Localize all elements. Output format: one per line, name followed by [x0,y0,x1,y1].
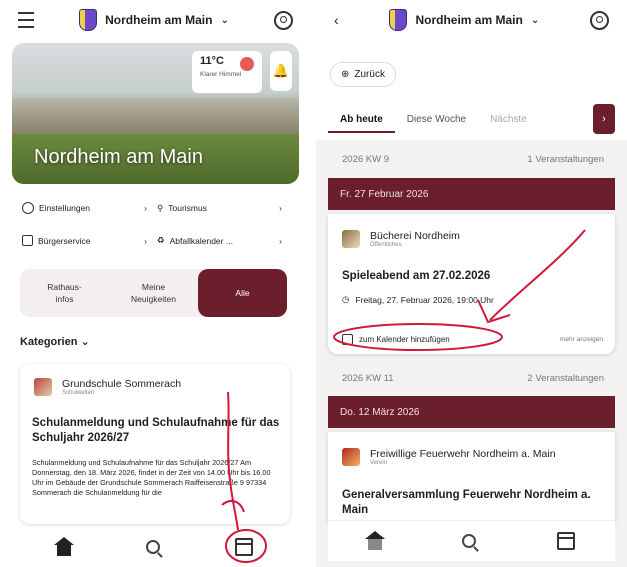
menu-icon[interactable] [18,12,34,28]
calendar-icon[interactable] [234,538,253,556]
categories-label: Kategorien [20,336,78,348]
events-screen: ‹ Nordheim am Main ⌄ ⊕ Zurück Ab heute D… [316,0,627,567]
town-name: Nordheim am Main [105,13,213,27]
tab-this-week[interactable]: Diese Woche [395,114,478,125]
home-icon[interactable] [54,537,75,556]
chevron-down-icon: ⌄ [220,14,229,26]
bottom-nav [328,520,615,561]
event-count: 1 Veranstaltungen [527,154,604,165]
recycle-icon: ♻ [157,235,165,245]
weather-icon [240,57,254,71]
event-org-sub: Verein [370,460,388,466]
chevron-right-icon: › [144,203,147,213]
calendar-icon[interactable] [556,532,575,550]
quick-link-label: Einstellungen [39,203,91,213]
bell-icon[interactable]: 🔔 [270,51,292,91]
week-header: 2026 KW 11 2 Veranstaltungen [342,373,604,384]
add-to-calendar[interactable]: zum Kalender hinzufügen [342,334,450,345]
quick-link-label: Tourismus [168,203,207,213]
quick-link-settings[interactable]: Einstellungen › [22,202,147,214]
back-arrow-icon[interactable]: ‹ [334,12,339,28]
week-label: 2026 KW 11 [342,373,394,384]
tab-next[interactable]: Nächste [478,114,539,125]
top-bar: ‹ Nordheim am Main ⌄ [316,0,627,40]
town-name: Nordheim am Main [415,13,523,27]
top-bar: Nordheim am Main ⌄ [0,0,311,40]
search-icon[interactable] [462,534,477,548]
town-selector[interactable]: Nordheim am Main ⌄ [389,9,539,31]
date-tabs: Ab heute Diese Woche Nächste › [328,100,615,138]
user-icon[interactable] [589,10,609,30]
filter-my-news[interactable]: Meine Neuigkeiten [109,269,198,317]
week-label: 2026 KW 9 [342,154,389,165]
event-count: 2 Veranstaltungen [527,373,604,384]
event-title: Spieleabend am 27.02.2026 [342,270,491,282]
event-title: Generalversammlung Feuerwehr Nordheim a.… [342,489,591,516]
library-logo [342,230,360,248]
news-org-name: Grundschule Sommerach [62,378,182,390]
back-icon: ⊕ [341,69,350,80]
news-card[interactable]: Grundschule Sommerach Schulwelten Schula… [20,364,290,524]
search-icon[interactable] [145,540,160,554]
event-org: Freiwillige Feuerwehr Nordheim a. Main V… [342,448,556,466]
user-icon[interactable] [274,10,293,30]
day-header: Fr. 27 Februar 2026 [328,178,615,210]
chevron-down-icon: ⌄ [80,336,90,348]
news-org: Grundschule Sommerach Schulwelten [34,378,181,396]
bike-icon: ⚲ [157,202,164,213]
quick-links-row-1: Einstellungen › ⚲ Tourismus › [22,202,282,214]
news-title: Schulanmeldung und Schulaufnahme für das… [32,417,280,444]
home-icon[interactable] [365,531,386,550]
back-label: Zurück [354,69,385,80]
event-time-text: Freitag, 27. Februar 2026, 19:00 Uhr [355,294,494,305]
news-org-sub: Schulwelten [62,390,95,396]
home-screen: Nordheim am Main ⌄ 11°C Klarer Himmel 🔔 … [0,0,311,567]
categories-dropdown[interactable]: Kategorien ⌄ [20,335,90,348]
event-org-name: Freiwillige Feuerwehr Nordheim a. Main [370,448,556,460]
chevron-right-icon: › [279,203,282,213]
village-image [12,98,299,138]
event-org: Bücherei Nordheim Öffentliches [342,230,460,248]
weather-widget[interactable]: 11°C Klarer Himmel [192,51,262,93]
quick-links-row-2: Bürgerservice › ♻ Abfallkalender ... › [22,235,282,246]
chevron-right-icon[interactable]: › [593,104,615,134]
chevron-down-icon: ⌄ [530,14,540,26]
add-to-calendar-label: zum Kalender hinzufügen [359,335,450,344]
tab-from-today[interactable]: Ab heute [328,114,395,133]
fire-brigade-logo [342,448,360,466]
event-org-sub: Öffentliches [370,242,402,248]
gear-icon [22,202,34,214]
news-body: Schulanmeldung und Schulaufnahme für das… [32,458,271,497]
show-more-link[interactable]: mehr anzeigen [560,336,603,343]
event-card[interactable]: Freiwillige Feuerwehr Nordheim a. Main V… [328,432,615,522]
week-header: 2026 KW 9 1 Veranstaltungen [342,154,604,165]
bottom-nav [20,527,290,567]
filter-all[interactable]: Alle [198,269,287,317]
town-selector[interactable]: Nordheim am Main ⌄ [79,9,229,31]
calendar-add-icon [342,334,353,345]
chevron-right-icon: › [144,235,147,246]
quick-link-tourism[interactable]: ⚲ Tourismus › [157,202,282,214]
building-icon [22,235,33,246]
quick-link-waste-calendar[interactable]: ♻ Abfallkalender ... › [157,235,282,246]
back-button[interactable]: ⊕ Zurück [330,62,396,87]
weather-desc: Klarer Himmel [200,71,242,78]
news-filter: Rathaus- infos Meine Neuigkeiten Alle [20,269,287,317]
quick-link-label: Abfallkalender ... [169,235,233,246]
quick-link-label: Bürgerservice [38,235,91,246]
day-header: Do. 12 März 2026 [328,396,615,428]
filter-town-info[interactable]: Rathaus- infos [20,269,109,317]
hero-banner: 11°C Klarer Himmel 🔔 Nordheim am Main [12,43,299,184]
hero-title: Nordheim am Main [34,146,203,168]
chevron-right-icon: › [279,235,282,246]
event-card[interactable]: Bücherei Nordheim Öffentliches Spieleabe… [328,214,615,354]
quick-link-citizen-service[interactable]: Bürgerservice › [22,235,147,246]
crest-icon [79,9,98,31]
school-logo [34,378,52,396]
crest-icon [389,9,408,31]
event-org-name: Bücherei Nordheim [370,230,460,242]
clock-icon: ◷ [342,294,350,304]
event-time: ◷ Freitag, 27. Februar 2026, 19:00 Uhr [342,294,494,305]
